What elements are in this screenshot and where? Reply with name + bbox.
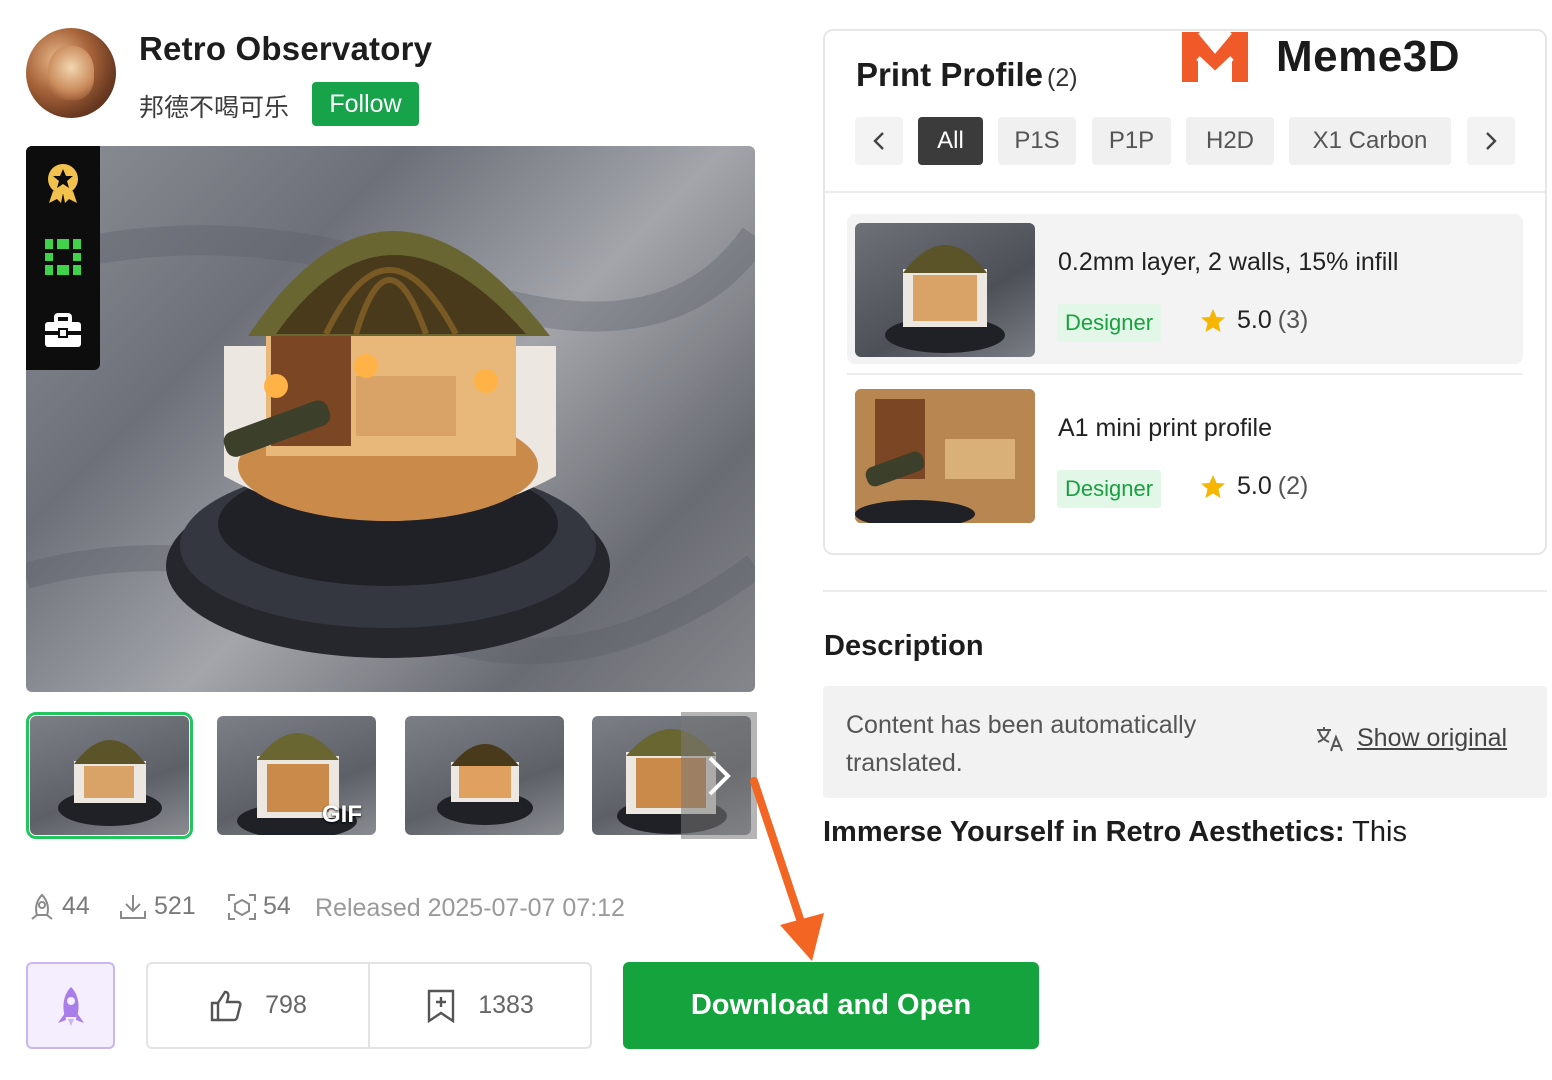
model-title: Retro Observatory [139, 30, 433, 67]
filter-x1-carbon[interactable]: X1 Carbon [1289, 117, 1451, 165]
toolbox-icon[interactable] [26, 294, 100, 368]
description-rest: This [1344, 816, 1407, 848]
thumbnail-image [58, 740, 162, 826]
thumbnail-3[interactable] [405, 716, 564, 835]
ar-cube-icon[interactable] [26, 220, 100, 294]
rating-count: (2) [1277, 472, 1309, 500]
boost-count-value: 44 [62, 892, 90, 920]
chevron-left-icon [873, 132, 884, 150]
release-date: Released 2025-07-07 07:12 [315, 894, 625, 922]
profile-name: A1 mini print profile [1058, 414, 1272, 442]
follow-button[interactable]: Follow [312, 82, 419, 126]
thumbnail-1[interactable] [26, 712, 193, 839]
star-icon [1201, 308, 1225, 332]
filter-h2d[interactable]: H2D [1186, 117, 1274, 165]
rating-value: 5.0 [1237, 472, 1272, 500]
designer-tag: Designer [1057, 304, 1162, 342]
star-icon [1201, 474, 1225, 498]
next-thumbnails-button[interactable] [681, 712, 757, 839]
meme3d-logo-icon [1182, 30, 1248, 82]
like-button[interactable]: 798 [148, 964, 368, 1047]
filter-prev-button[interactable] [855, 117, 903, 165]
profile-thumbnail [855, 223, 1035, 357]
engagement-actions: 798 1383 [146, 962, 592, 1049]
thumbnail-image [437, 744, 533, 825]
filter-p1s[interactable]: P1S [998, 117, 1076, 165]
thumbnail-2[interactable]: GIF [217, 716, 376, 835]
translation-notice: Content has been automatically translate… [823, 686, 1547, 798]
rating-value: 5.0 [1237, 306, 1272, 334]
show-original-label: Show original [1357, 724, 1508, 752]
observatory-photo [26, 225, 755, 665]
print-profile-title: Print Profile [856, 56, 1044, 93]
translation-note: Content has been automatically translate… [846, 711, 1197, 777]
boost-button[interactable] [26, 962, 115, 1049]
profile-rating: 5.0 (3) [1199, 306, 1308, 335]
badge-icon[interactable] [26, 146, 100, 220]
designer-tag: Designer [1057, 470, 1162, 508]
print-profile-heading: Print Profile (2) [856, 56, 1078, 94]
print-count-value: 54 [263, 892, 291, 920]
gif-badge: GIF [322, 801, 362, 828]
description-lead: Immerse Yourself in Retro Aesthetics: [823, 816, 1345, 848]
chevron-right-icon [1486, 132, 1497, 150]
divider [847, 373, 1523, 375]
main-model-image[interactable] [26, 146, 755, 692]
rocket-outline-icon [31, 893, 53, 920]
boost-count: 44 [28, 892, 90, 921]
like-count: 798 [265, 991, 307, 1019]
print-count: 54 [227, 892, 291, 921]
meme3d-logo: Meme3D [1180, 28, 1460, 86]
author-name[interactable]: 邦德不喝可乐 [139, 88, 289, 124]
printer-cube-icon [228, 893, 256, 920]
divider [823, 590, 1547, 592]
rating-count: (3) [1277, 306, 1309, 334]
filter-p1p[interactable]: P1P [1092, 117, 1171, 165]
download-icon [120, 894, 146, 919]
print-profile-count: (2) [1047, 64, 1078, 92]
side-toolbar [26, 146, 100, 370]
profile-thumbnail [855, 389, 1035, 523]
download-and-open-button[interactable]: Download and Open [623, 962, 1039, 1049]
thumbs-up-icon [210, 990, 242, 1021]
download-count-value: 521 [154, 892, 196, 920]
profile-item[interactable]: 0.2mm layer, 2 walls, 15% infill Designe… [847, 214, 1523, 364]
author-avatar[interactable] [26, 28, 116, 118]
collect-button[interactable]: 1383 [368, 964, 590, 1047]
collect-count: 1383 [478, 991, 534, 1019]
profile-rating: 5.0 (2) [1199, 472, 1308, 501]
profile-item[interactable]: A1 mini print profile Designer 5.0 (2) [847, 380, 1523, 530]
divider [825, 191, 1545, 193]
description-text: Immerse Yourself in Retro Aesthetics: Th… [823, 816, 1407, 849]
rocket-icon [57, 986, 84, 1026]
translate-icon [1317, 726, 1343, 751]
chevron-right-icon [708, 756, 731, 795]
description-heading: Description [824, 630, 984, 662]
filter-all[interactable]: All [918, 117, 983, 165]
filter-next-button[interactable] [1467, 117, 1515, 165]
download-count: 521 [118, 892, 196, 921]
show-original-link[interactable]: Show original [1315, 724, 1507, 753]
meme3d-logo-text: Meme3D [1276, 32, 1460, 81]
bookmark-add-icon [427, 989, 455, 1023]
profile-name: 0.2mm layer, 2 walls, 15% infill [1058, 248, 1399, 276]
